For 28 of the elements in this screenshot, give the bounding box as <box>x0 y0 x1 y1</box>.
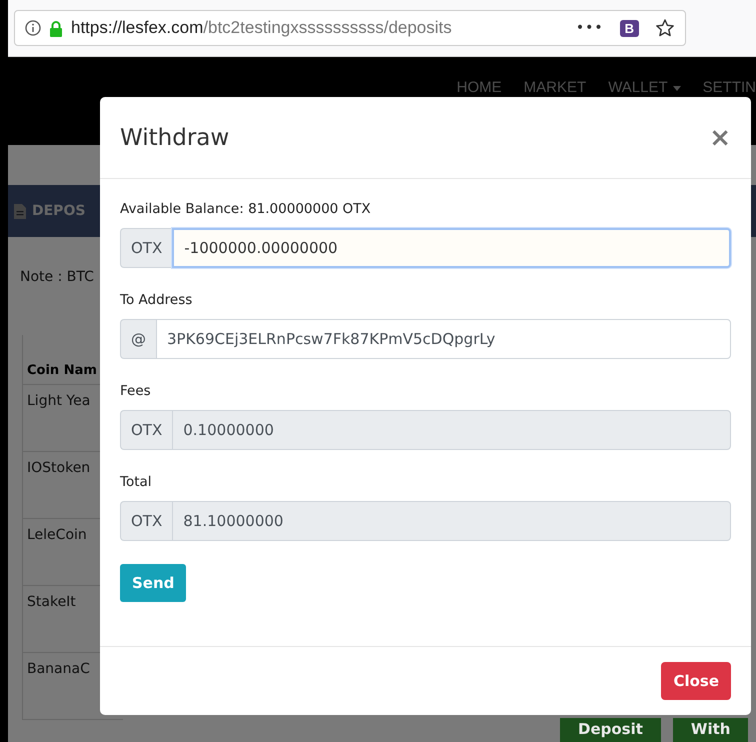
input-addon: OTX <box>120 228 172 268</box>
extension-icon[interactable]: B <box>620 20 639 36</box>
table-action-button[interactable]: Deposit <box>560 718 661 742</box>
input-field[interactable]: -1000000.00000000 <box>172 228 731 268</box>
more-actions[interactable]: ••• <box>576 20 604 36</box>
input-addon: OTX <box>120 501 172 541</box>
input-field[interactable]: 0.10000000 <box>172 410 731 450</box>
field-label: Fees <box>120 383 152 399</box>
field-label: Total <box>120 474 153 490</box>
bookmark-star-icon[interactable] <box>655 18 675 38</box>
dialog-title: Withdraw <box>120 124 230 150</box>
document-icon <box>14 204 26 218</box>
address-bar[interactable]: https://lesfex.com/btc2testingxssssssssss/deposits ••• B <box>14 10 686 46</box>
note-text: Note : BTC <box>20 269 94 287</box>
close-icon[interactable]: × <box>709 122 731 152</box>
input-field[interactable]: 3PK69CEj3ELRnPcsw7Fk87KPmV5cDQpgrLy <box>156 319 731 359</box>
section-title: DEPOS <box>32 203 86 219</box>
caret-icon <box>672 86 681 91</box>
input-addon: @ <box>120 319 156 359</box>
url-text: https://lesfex.com/btc2testingxssssssssss/deposits <box>71 18 453 38</box>
input-field[interactable]: 81.10000000 <box>172 501 731 541</box>
close-button[interactable]: Close <box>661 662 731 700</box>
table-action-button[interactable]: With <box>672 718 748 742</box>
input-addon: OTX <box>120 410 172 450</box>
field-label: To Address <box>120 292 194 308</box>
lock-icon <box>49 20 63 36</box>
info-icon[interactable] <box>25 20 41 36</box>
field-label: Available Balance: 81.00000000 OTX <box>120 201 372 217</box>
